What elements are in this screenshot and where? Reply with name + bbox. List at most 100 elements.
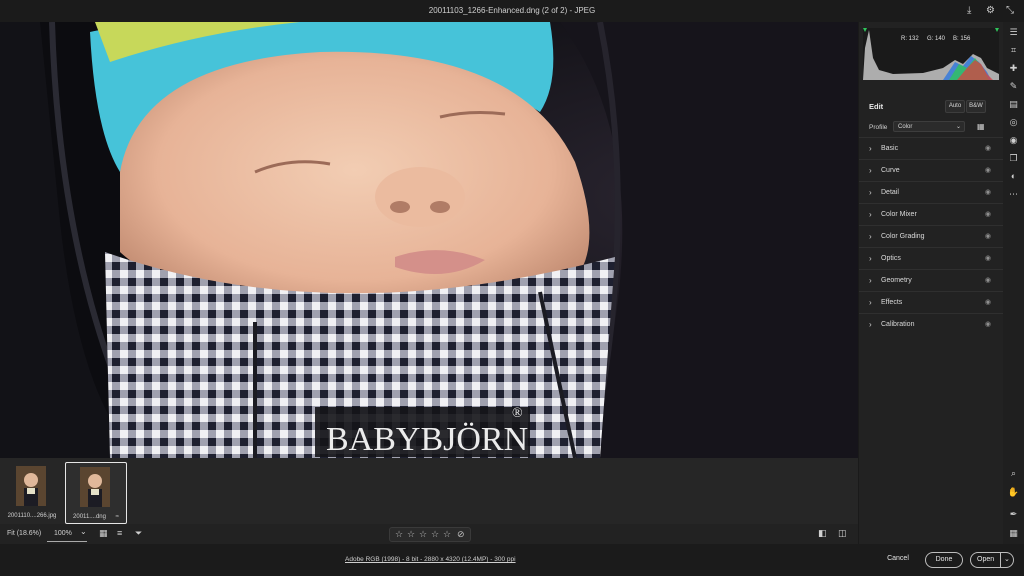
download-icon[interactable]: ⤓ (967, 5, 971, 17)
profile-browser-icon[interactable]: ▦ (977, 122, 985, 131)
chevron-right-icon: › (869, 298, 872, 307)
open-dropdown-icon[interactable]: ⌄ (1000, 553, 1010, 567)
gear-icon[interactable]: ⚙ (986, 5, 995, 17)
thumbnail-label: 20011....dng ≈ (66, 514, 126, 520)
trash-icon[interactable]: ⊘ (457, 529, 465, 540)
zoom-value: 100% (54, 530, 72, 537)
section-effects[interactable]: › Effects ◉ (859, 291, 1003, 313)
chevron-right-icon: › (869, 276, 872, 285)
healing-icon[interactable]: ✚ (1007, 62, 1020, 75)
eye-icon[interactable]: ◉ (985, 298, 991, 306)
eye-icon[interactable]: ◉ (985, 188, 991, 196)
histogram-g: G: 140 (927, 36, 946, 42)
edit-sliders-icon[interactable]: ☰ (1007, 26, 1020, 39)
zoom-field[interactable]: 100% ⌄ (47, 527, 87, 542)
section-label: Optics (881, 255, 901, 262)
eye-icon[interactable]: ◉ (985, 254, 991, 262)
chevron-right-icon: › (869, 254, 872, 263)
photo-preview: BABYBJÖRN ® (0, 22, 858, 458)
star-3-icon[interactable]: ☆ (419, 529, 427, 540)
edit-panel: R: 132 G: 140 B: 156 Edit Auto B&W Profi… (858, 22, 1003, 544)
section-optics[interactable]: › Optics ◉ (859, 247, 1003, 269)
eye-icon[interactable]: ◉ (985, 276, 991, 284)
eye-icon[interactable]: ◉ (985, 232, 991, 240)
edit-sections: › Basic ◉ › Curve ◉ › Detail ◉ › Color M… (859, 137, 1003, 335)
compare-view-icon[interactable]: ◫ (838, 528, 847, 539)
tool-strip: ☰ ⌗ ✚ ✎ ▤ ◎ ◉ ❐ ◐ ⋯ ⌕ ✋ ✒ ▦ (1003, 22, 1024, 544)
section-label: Basic (881, 145, 899, 152)
profile-select[interactable]: Color ⌄ (893, 121, 965, 132)
filmstrip-thumb-2[interactable]: 20011....dng ≈ (65, 462, 127, 524)
section-basic[interactable]: › Basic ◉ (859, 137, 1003, 159)
enhanced-badge-icon: ≈ (115, 514, 119, 520)
brand-text: BABYBJÖRN (326, 421, 528, 458)
image-canvas[interactable]: BABYBJÖRN ® (0, 22, 858, 458)
section-calibration[interactable]: › Calibration ◉ (859, 313, 1003, 335)
auto-button[interactable]: Auto (945, 100, 965, 113)
section-label: Effects (881, 299, 903, 306)
section-detail[interactable]: › Detail ◉ (859, 181, 1003, 203)
fit-zoom-button[interactable]: Fit (18.6%) (7, 530, 41, 537)
snapshots-icon[interactable]: ❐ (1007, 152, 1020, 165)
chevron-right-icon: › (869, 188, 872, 197)
thumbnail-filename: 20011....dng (73, 514, 106, 520)
zoom-bar: Fit (18.6%) 100% ⌄ ▦ ≡ ⏷ ☆ ☆ ☆ ☆ ☆ ⊘ ◧ ◫ (0, 524, 858, 544)
chevron-down-icon: ⌄ (955, 124, 961, 130)
eye-icon[interactable]: ◉ (985, 144, 991, 152)
eye-icon[interactable]: ◉ (985, 210, 991, 218)
chevron-right-icon: › (869, 144, 872, 153)
collapse-icon[interactable]: ⤡ (1006, 5, 1014, 17)
section-label: Color Mixer (881, 211, 917, 218)
filter-icon[interactable]: ⏷ (135, 528, 142, 539)
profile-label: Profile (869, 124, 888, 131)
open-button[interactable]: Open (977, 553, 994, 567)
edit-header: Edit (869, 102, 884, 111)
red-eye-icon[interactable]: ◉ (1007, 134, 1020, 147)
section-label: Calibration (881, 321, 915, 328)
open-button-group: Open ⌄ (970, 552, 1014, 568)
star-1-icon[interactable]: ☆ (395, 529, 403, 540)
section-color-grading[interactable]: › Color Grading ◉ (859, 225, 1003, 247)
star-rating: ☆ ☆ ☆ ☆ ☆ ⊘ (389, 527, 471, 542)
star-5-icon[interactable]: ☆ (443, 529, 451, 540)
more-icon[interactable]: ⋯ (1007, 188, 1020, 201)
grid-overlay-icon[interactable]: ▦ (1007, 527, 1020, 540)
section-label: Geometry (881, 277, 912, 284)
star-2-icon[interactable]: ☆ (407, 529, 415, 540)
zoom-dropdown-icon[interactable]: ⌄ (80, 527, 87, 536)
section-color-mixer[interactable]: › Color Mixer ◉ (859, 203, 1003, 225)
thumbnail-label: 2001110....266.jpg (7, 513, 57, 519)
thumbnail-image (80, 467, 110, 507)
registered-mark: ® (512, 406, 523, 421)
radial-gradient-icon[interactable]: ◎ (1007, 116, 1020, 129)
cancel-button[interactable]: Cancel (880, 552, 916, 566)
eyedropper-icon[interactable]: ✒ (1007, 508, 1020, 521)
presets-icon[interactable]: ◐ (1007, 170, 1020, 183)
sort-icon[interactable]: ≡ (117, 528, 122, 538)
bw-button[interactable]: B&W (966, 100, 986, 113)
linear-gradient-icon[interactable]: ▤ (1007, 98, 1020, 111)
histogram: R: 132 G: 140 B: 156 (863, 28, 999, 80)
single-view-icon[interactable]: ◧ (818, 528, 827, 539)
grid-view-icon[interactable]: ▦ (99, 528, 108, 539)
histogram-r: R: 132 (901, 36, 919, 42)
workflow-options-link[interactable]: Adobe RGB (1998) - 8 bit - 2880 x 4320 (… (345, 556, 516, 563)
chevron-right-icon: › (869, 210, 872, 219)
hand-tool-icon[interactable]: ✋ (1007, 486, 1020, 499)
eye-icon[interactable]: ◉ (985, 166, 991, 174)
section-label: Curve (881, 167, 900, 174)
chevron-right-icon: › (869, 320, 872, 329)
zoom-tool-icon[interactable]: ⌕ (1007, 467, 1020, 480)
section-geometry[interactable]: › Geometry ◉ (859, 269, 1003, 291)
eye-icon[interactable]: ◉ (985, 320, 991, 328)
window-title: 20011103_1266-Enhanced.dng (2 of 2) - JP… (428, 6, 596, 15)
done-button[interactable]: Done (925, 552, 963, 568)
crop-icon[interactable]: ⌗ (1007, 44, 1020, 57)
section-curve[interactable]: › Curve ◉ (859, 159, 1003, 181)
star-4-icon[interactable]: ☆ (431, 529, 439, 540)
thumbnail-image (16, 466, 46, 506)
filmstrip-thumb-1[interactable]: 2001110....266.jpg (2, 462, 62, 522)
chevron-right-icon: › (869, 232, 872, 241)
brush-icon[interactable]: ✎ (1007, 80, 1020, 93)
profile-value: Color (898, 124, 913, 130)
